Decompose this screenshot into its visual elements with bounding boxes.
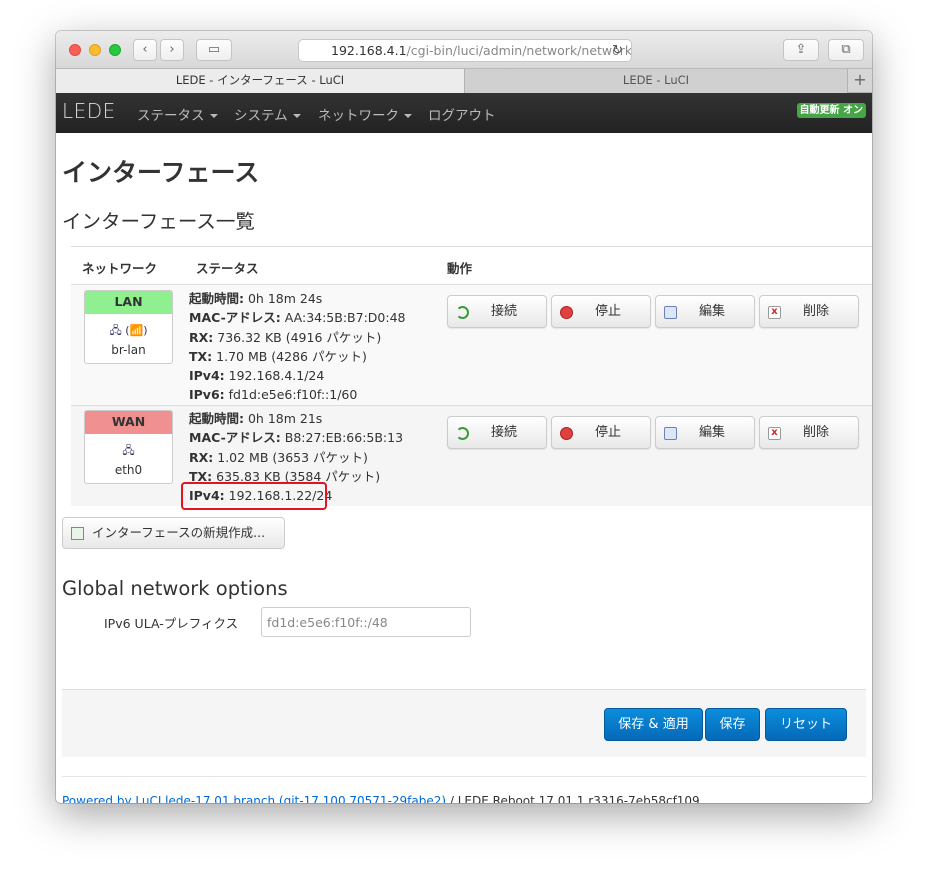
table-header: ネットワーク ステータス 動作: [71, 246, 872, 285]
save-button[interactable]: 保存: [705, 708, 760, 741]
status-line: MAC-アドレス: AA:34:5B:B7:D0:48: [189, 310, 406, 326]
connect-button[interactable]: 接続: [447, 416, 547, 449]
url-path: /cgi-bin/luci/admin/network/network: [406, 43, 632, 58]
url-host: 192.168.4.1: [331, 43, 407, 58]
connect-button[interactable]: 接続: [447, 295, 547, 328]
table-row: LAN 🖧 (📶) br-lan 起動時間: 0h 18m 24s MAC-アド…: [71, 285, 872, 406]
sidebar-button[interactable]: ▭: [196, 39, 232, 61]
ula-prefix-label: IPv6 ULA-プレフィクス: [104, 616, 239, 631]
caret-down-icon: [292, 114, 301, 118]
status-line: MAC-アドレス: B8:27:EB:66:5B:13: [189, 430, 404, 446]
reset-button[interactable]: リセット: [765, 708, 847, 741]
reload-icon[interactable]: ↻: [612, 40, 623, 61]
status-line: IPv4: 192.168.4.1/24: [189, 368, 325, 384]
interface-name: WAN: [85, 411, 172, 434]
status-line: TX: 1.70 MB (4286 パケット): [189, 348, 367, 364]
status-line: IPv6: fd1d:e5e6:f10f::1/60: [189, 387, 358, 403]
delete-button[interactable]: x 削除: [759, 295, 859, 328]
caret-down-icon: [209, 114, 218, 118]
tabs-icon: ⧉: [841, 42, 851, 57]
minimize-window-button[interactable]: [89, 44, 101, 56]
nav-network-label: ネットワーク: [318, 108, 399, 124]
edit-icon: [664, 306, 677, 319]
interface-name: LAN: [85, 291, 172, 314]
ipv4-highlight-box: [181, 482, 327, 510]
add-interface-button[interactable]: インターフェースの新規作成...: [62, 517, 285, 549]
reload-icon: [456, 427, 469, 440]
form-actions: 保存 & 適用 保存 リセット: [62, 689, 866, 757]
footer-link[interactable]: Powered by LuCI lede-17.01 branch (git-1…: [62, 794, 446, 803]
network-device-icon: 🖧 (📶): [109, 324, 148, 337]
ula-prefix-input[interactable]: [261, 607, 471, 637]
network-device-icon: 🖧: [122, 444, 135, 457]
delete-icon: x: [768, 427, 781, 440]
stop-button[interactable]: 停止: [551, 416, 651, 449]
save-apply-button[interactable]: 保存 & 適用: [604, 708, 703, 741]
stop-icon: [560, 427, 573, 440]
tab-strip: LEDE - インターフェース - LuCI LEDE - LuCI +: [56, 69, 872, 93]
brand-logo[interactable]: LEDE: [62, 99, 116, 123]
nav-system[interactable]: システム: [234, 104, 301, 124]
nav-status[interactable]: ステータス: [137, 104, 218, 124]
edit-button[interactable]: 編集: [655, 416, 755, 449]
caret-down-icon: [404, 114, 412, 118]
interface-status: 起動時間: 0h 18m 24s MAC-アドレス: AA:34:5B:B7:D…: [189, 289, 405, 405]
column-network: ネットワーク: [82, 261, 158, 276]
stop-icon: [560, 306, 573, 319]
interface-device: br-lan: [111, 343, 146, 357]
footer: Powered by LuCI lede-17.01 branch (git-1…: [62, 794, 700, 803]
column-status: ステータス: [196, 261, 259, 276]
page-title: インターフェース: [62, 158, 260, 187]
forward-button[interactable]: ›: [160, 39, 184, 61]
luci-navbar: LEDE ステータス システム ネットワーク ログアウト 自動更新 オン: [56, 93, 872, 133]
autorefresh-badge[interactable]: 自動更新 オン: [796, 103, 866, 118]
chevron-right-icon: ›: [169, 42, 175, 57]
status-line: 起動時間: 0h 18m 21s: [189, 411, 323, 426]
address-bar[interactable]: 192.168.4.1/cgi-bin/luci/admin/network/n…: [298, 39, 632, 62]
footer-divider: [62, 776, 866, 777]
status-line: RX: 736.32 KB (4916 パケット): [189, 329, 382, 345]
sidebar-icon: ▭: [207, 42, 221, 57]
share-icon: ⇪: [795, 42, 807, 57]
global-options-title: Global network options: [62, 577, 288, 600]
section-title: インターフェース一覧: [62, 210, 255, 233]
tab-luci[interactable]: LEDE - LuCI: [465, 69, 847, 93]
interfaces-table: ネットワーク ステータス 動作 LAN 🖧 (📶) br-lan 起動時間: 0…: [71, 246, 872, 506]
reload-icon: [456, 306, 469, 319]
add-icon: [71, 527, 84, 540]
zoom-window-button[interactable]: [109, 44, 121, 56]
edit-button[interactable]: 編集: [655, 295, 755, 328]
delete-icon: x: [768, 306, 781, 319]
status-line: 起動時間: 0h 18m 24s: [189, 291, 323, 306]
close-window-button[interactable]: [69, 44, 81, 56]
main-content: インターフェース インターフェース一覧 ネットワーク ステータス 動作 LAN …: [56, 133, 872, 803]
status-line: RX: 1.02 MB (3653 パケット): [189, 449, 368, 465]
tabs-overview-button[interactable]: ⧉: [828, 39, 864, 61]
stop-button[interactable]: 停止: [551, 295, 651, 328]
chevron-left-icon: ‹: [142, 42, 148, 57]
delete-button[interactable]: x 削除: [759, 416, 859, 449]
share-button[interactable]: ⇪: [783, 39, 819, 61]
nav-system-label: システム: [234, 108, 288, 124]
interface-badge-wan: WAN 🖧 eth0: [84, 410, 173, 484]
interface-badge-lan: LAN 🖧 (📶) br-lan: [84, 290, 173, 364]
title-bar: ‹ › ▭ 192.168.4.1/cgi-bin/luci/admin/net…: [56, 31, 872, 69]
back-button[interactable]: ‹: [133, 39, 157, 61]
browser-window: ‹ › ▭ 192.168.4.1/cgi-bin/luci/admin/net…: [56, 31, 872, 803]
column-actions: 動作: [447, 261, 473, 276]
nav-status-label: ステータス: [137, 108, 205, 124]
tab-interfaces[interactable]: LEDE - インターフェース - LuCI: [56, 69, 465, 93]
new-tab-icon[interactable]: +: [847, 69, 872, 93]
interface-device: eth0: [114, 463, 143, 477]
footer-version: / LEDE Reboot 17.01.1 r3316-7eb58cf109: [446, 794, 700, 803]
nav-logout[interactable]: ログアウト: [428, 104, 496, 124]
nav-network[interactable]: ネットワーク: [318, 104, 412, 124]
edit-icon: [664, 427, 677, 440]
